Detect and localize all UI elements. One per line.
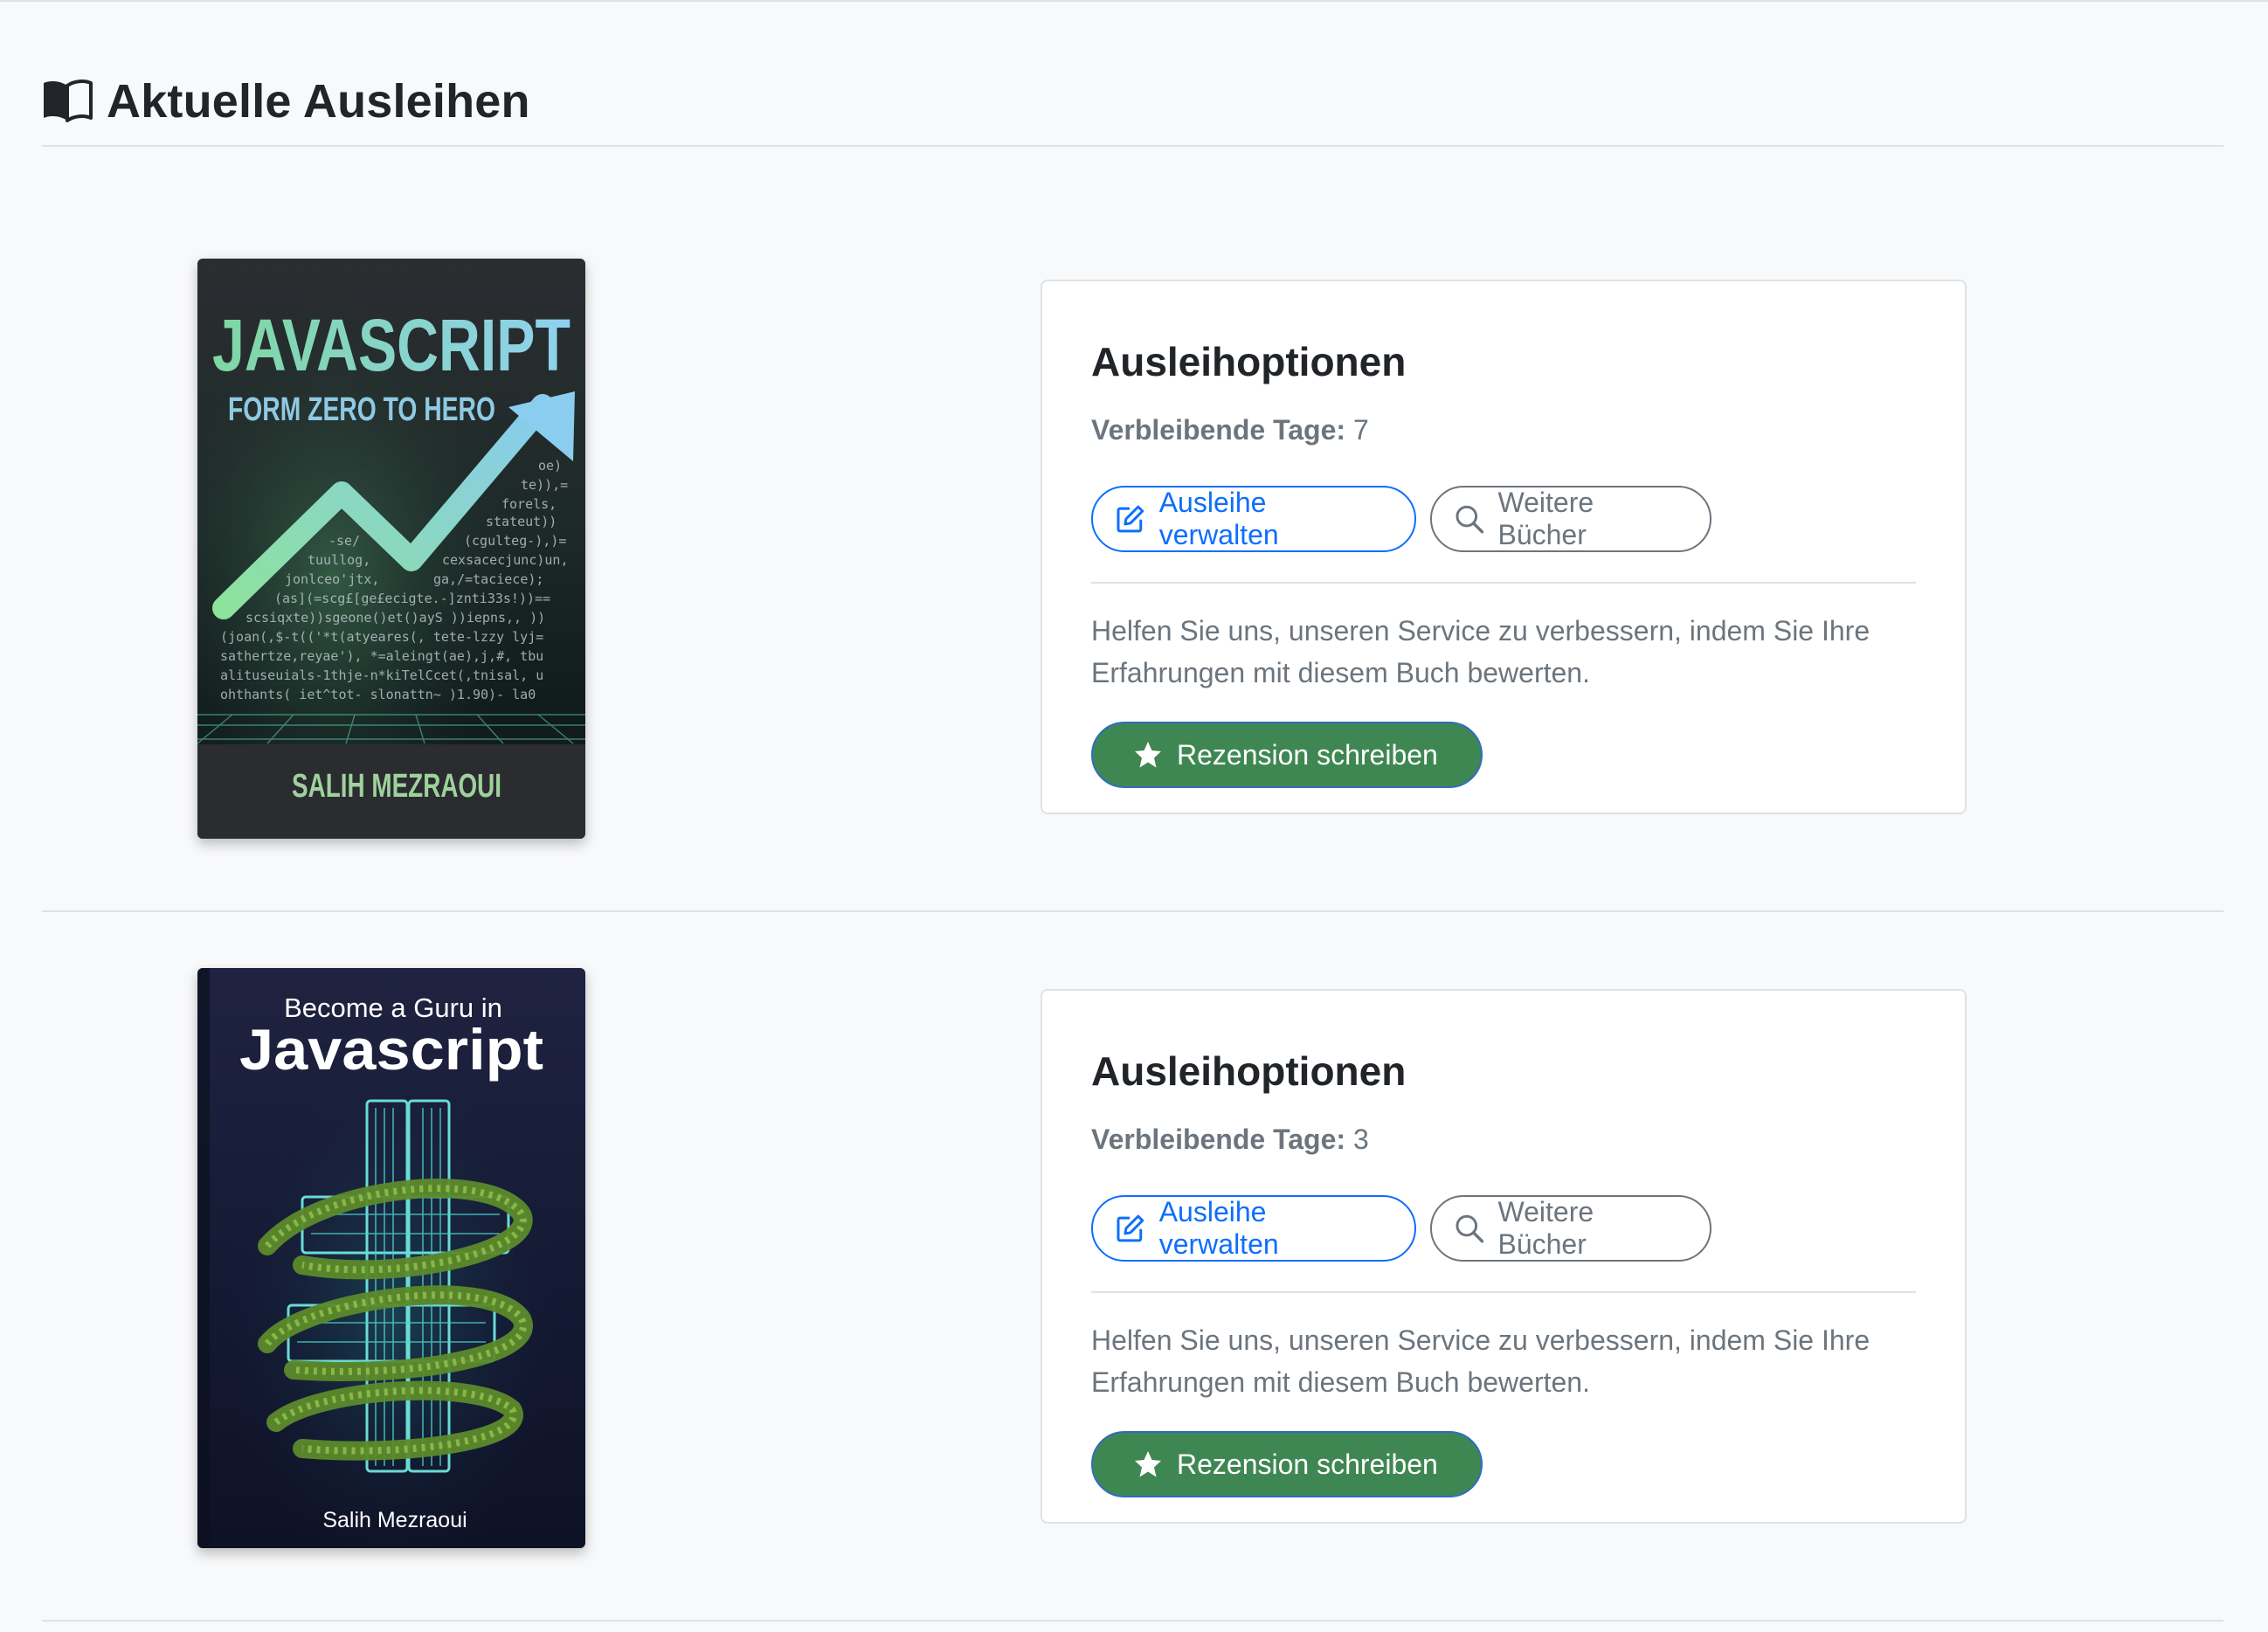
review-help-text: Helfen Sie uns, unseren Service zu verbe… [1091,615,1870,688]
review-help-text: Helfen Sie uns, unseren Service zu verbe… [1091,1324,1870,1398]
top-rule [0,0,2268,2]
write-review-button[interactable]: Rezension schreiben [1091,722,1483,788]
star-icon [1135,742,1161,768]
book-open-icon [44,80,93,122]
card-actions: Ausleihe verwalten Weitere Bücher [1091,1195,1711,1262]
svg-text:forels,: forels, [501,496,557,512]
card-title: Ausleihoptionen [1091,339,1407,384]
write-review-label: Rezension schreiben [1177,738,1438,771]
more-books-button[interactable]: Weitere Bücher [1430,1195,1711,1262]
cover-author: SALIH MEZRAOUI [292,768,501,805]
svg-text:ohthants( iet^tot- slonattn~: ohthants( iet^tot- slonattn~ )1.90)- la0 [220,687,536,702]
svg-text:stateut)): stateut)) [486,514,557,529]
remaining-days: Verbleibende Tage: 3 [1091,1120,1369,1158]
more-books-button[interactable]: Weitere Bücher [1430,486,1711,552]
cover-subtitle: FORM ZERO TO HERO [228,391,495,428]
write-review-button[interactable]: Rezension schreiben [1091,1431,1483,1497]
remaining-days-value: 3 [1352,1124,1369,1155]
remaining-days-label: Verbleibende Tage: [1091,1124,1346,1155]
manage-loan-label: Ausleihe verwalten [1158,487,1279,550]
card-divider [1091,582,1916,584]
remaining-days: Verbleibende Tage: 7 [1091,411,1369,449]
cover-title: Javascript [239,1017,543,1082]
cover-title: JAVASCRIPT [212,304,570,386]
book-cover[interactable]: Become a Guru in Javascript Salih Mezrao… [197,968,585,1548]
more-books-label: Weitere Bücher [1497,487,1594,550]
svg-text:jonlceo'jtx,: jonlceo'jtx, [285,571,379,587]
manage-loan-button[interactable]: Ausleihe verwalten [1091,1195,1416,1262]
svg-text:scsiqxte))sgeone()et()ayS ))ie: scsiqxte))sgeone()et()ayS ))iepns,, )) [245,610,545,626]
svg-text:(as](=scg£[ge£ecigte.-]znti33s: (as](=scg£[ge£ecigte.-]znti33s!))== [274,591,550,606]
remaining-days-label: Verbleibende Tage: [1091,414,1346,446]
svg-text:(joan(,$-t(('*t(atyeares(, tet: (joan(,$-t(('*t(atyeares(, tete-lzzy lyj… [220,629,543,645]
manage-loan-button[interactable]: Ausleihe verwalten [1091,486,1416,552]
svg-text:oe): oe) [538,458,562,474]
book-cover-image: JAVASCRIPT FORM ZERO TO HERO oe) te)),= … [197,259,585,839]
remaining-days-value: 7 [1352,414,1369,446]
svg-text:tuullog,: tuullog, [308,552,370,568]
svg-text:ga,/=taciece);: ga,/=taciece); [433,571,543,587]
manage-loan-label: Ausleihe verwalten [1158,1196,1279,1260]
svg-text:sathertze,reyae'), *=aleingt(a: sathertze,reyae'), *=aleingt(ae),j,#, tb… [220,648,543,664]
svg-text:-se/: -se/ [328,533,360,549]
pencil-square-icon [1117,1214,1144,1242]
book-cover[interactable]: JAVASCRIPT FORM ZERO TO HERO oe) te)),= … [197,259,585,839]
more-books-label: Weitere Bücher [1497,1196,1594,1260]
pencil-square-icon [1117,505,1144,533]
star-icon [1135,1451,1161,1477]
page-title: Aktuelle Ausleihen [107,75,530,128]
loan-row: JAVASCRIPT FORM ZERO TO HERO oe) te)),= … [42,203,2223,912]
svg-text:te)),=: te)),= [521,477,568,493]
svg-text:cexsacecjunc)un,: cexsacecjunc)un, [442,552,569,568]
loan-options-card: Ausleihoptionen Verbleibende Tage: 7 Aus… [1041,280,1967,814]
card-actions: Ausleihe verwalten Weitere Bücher [1091,486,1711,552]
book-cover-image: Become a Guru in Javascript Salih Mezrao… [197,968,585,1548]
search-icon [1456,1214,1484,1243]
card-title: Ausleihoptionen [1091,1048,1407,1094]
write-review-label: Rezension schreiben [1177,1448,1438,1480]
card-divider [1091,1291,1916,1293]
svg-text:(cgulteg-),)=: (cgulteg-),)= [464,533,566,549]
search-icon [1456,505,1484,534]
loan-row: Become a Guru in Javascript Salih Mezrao… [42,912,2223,1622]
svg-text:alituseuials-1thje-n*kiTelCcet: alituseuials-1thje-n*kiTelCcet(,tnisal, … [220,667,543,683]
page-header: Aktuelle Ausleihen [42,68,2223,147]
loan-options-card: Ausleihoptionen Verbleibende Tage: 3 Aus… [1041,989,1967,1524]
cover-author: Salih Mezraoui [322,1508,467,1532]
